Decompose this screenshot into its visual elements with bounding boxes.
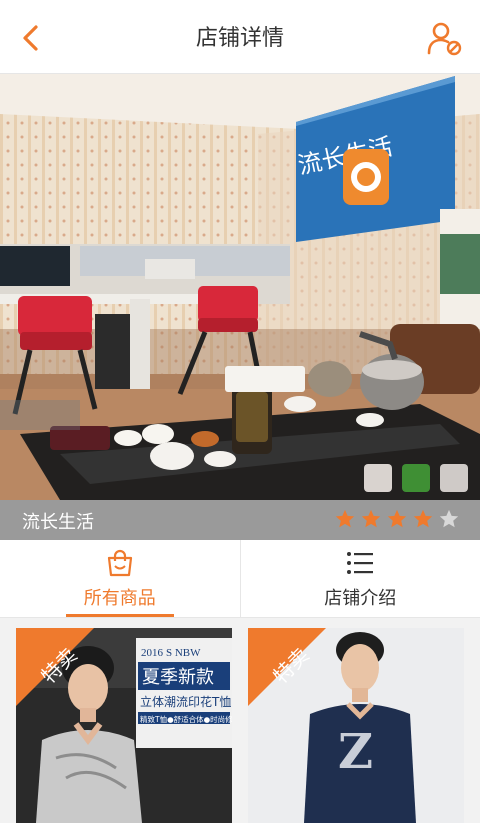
tab-all-products[interactable]: 所有商品	[0, 540, 240, 617]
shop-rating	[334, 508, 460, 530]
shopping-bag-icon	[107, 549, 132, 577]
shop-name: 流长生活	[22, 512, 94, 533]
thumbnail-3[interactable]	[440, 464, 468, 492]
star-filled-icon	[387, 509, 407, 528]
banner-thumbnails	[364, 464, 468, 492]
star-filled-icon	[361, 509, 381, 528]
page-title: 店铺详情	[195, 26, 284, 51]
poster-line: 精致T恤●舒适合体●时尚修身	[140, 714, 232, 724]
product-card[interactable]: 2016 S NBW 夏季新款 立体潮流印花T恤 精致T恤●舒适合体●时尚修身 …	[16, 628, 232, 823]
top-bar: 店铺详情	[0, 0, 480, 74]
product-grid: 2016 S NBW 夏季新款 立体潮流印花T恤 精致T恤●舒适合体●时尚修身 …	[0, 618, 480, 823]
tab-shop-intro-label: 店铺介绍	[324, 588, 397, 609]
poster-sub: 立体潮流印花T恤	[140, 694, 231, 709]
svg-text:Z: Z	[338, 724, 373, 780]
tab-bar: 所有商品 店铺介绍	[0, 540, 480, 618]
shop-interior-image: 流长生活	[0, 74, 480, 500]
tab-shop-intro[interactable]: 店铺介绍	[239, 540, 480, 617]
star-filled-icon	[413, 509, 433, 528]
poster-brand: S NBW	[166, 647, 201, 659]
star-empty-icon	[439, 509, 459, 528]
poster-title: 夏季新款	[142, 667, 214, 688]
shop-banner[interactable]: 流长生活	[0, 74, 480, 500]
shop-info-bar: 流长生活	[0, 500, 480, 540]
list-icon	[347, 552, 374, 574]
tab-all-products-label: 所有商品	[83, 588, 156, 609]
thumbnail-2[interactable]	[402, 464, 430, 492]
thumbnail-1[interactable]	[364, 464, 392, 492]
user-cancel-icon[interactable]	[426, 20, 462, 56]
active-tab-indicator	[65, 614, 174, 617]
star-filled-icon	[335, 509, 355, 528]
product-card[interactable]: Z 特卖	[248, 628, 464, 823]
poster-year: 2016	[141, 647, 164, 659]
